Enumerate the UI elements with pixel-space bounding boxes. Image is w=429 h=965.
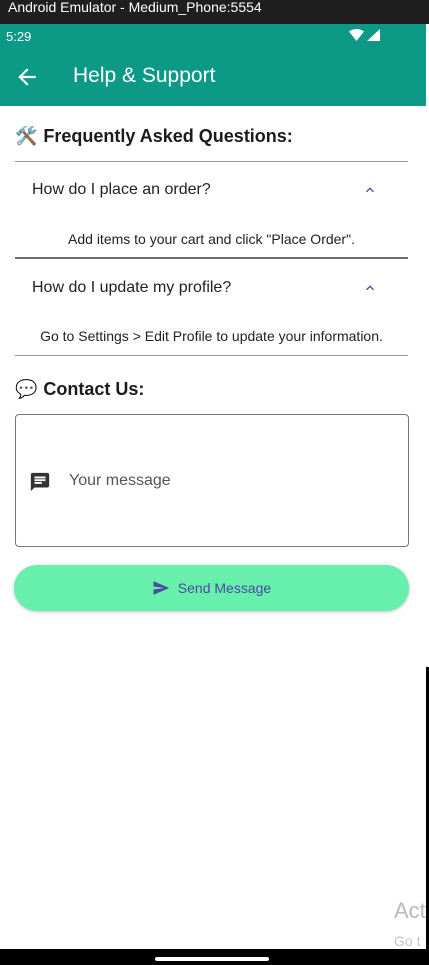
message-field[interactable] [15, 414, 409, 547]
send-message-label: Send Message [177, 580, 272, 596]
faq-answer-2: Go to Settings > Edit Profile to update … [40, 328, 383, 344]
contact-heading: 💬 Contact Us: [15, 379, 144, 400]
nav-bar [0, 949, 429, 965]
status-bar: 5:29 [0, 24, 426, 48]
divider [15, 355, 408, 356]
status-time: 5:29 [6, 29, 32, 44]
arrow-back-icon[interactable] [14, 64, 40, 90]
signal-icon [367, 29, 380, 41]
faq-question-1[interactable]: How do I place an order? [32, 181, 211, 199]
faq-heading-text: Frequently Asked Questions: [43, 126, 293, 146]
divider [15, 257, 408, 259]
phone-screen: 5:29 Help & Support 🛠️ Frequently Asked … [0, 24, 426, 949]
activate-watermark: Act [394, 898, 426, 923]
message-icon [30, 472, 50, 492]
wifi-icon [349, 29, 364, 41]
faq-question-2[interactable]: How do I update my profile? [32, 279, 231, 297]
page-title: Help & Support [73, 64, 216, 87]
chevron-up-icon[interactable] [362, 182, 378, 198]
send-message-button[interactable]: Send Message [14, 565, 409, 611]
window-title: Android Emulator - Medium_Phone:5554 [8, 0, 262, 15]
app-bar: Help & Support [0, 48, 426, 106]
faq-heading: 🛠️ Frequently Asked Questions: [15, 126, 293, 147]
divider [15, 161, 408, 162]
faq-answer-1: Add items to your cart and click "Place … [68, 231, 355, 247]
contact-heading-text: Contact Us: [43, 379, 145, 399]
send-icon [153, 581, 170, 595]
chevron-up-icon[interactable] [362, 280, 378, 296]
speech-bubble-icon: 💬 [15, 379, 38, 399]
window-titlebar: Android Emulator - Medium_Phone:5554 [0, 0, 429, 24]
message-input[interactable] [69, 469, 389, 493]
home-gesture-bar[interactable] [155, 957, 269, 961]
tools-icon: 🛠️ [15, 126, 38, 146]
activate-watermark-sub: Go t [394, 933, 421, 949]
